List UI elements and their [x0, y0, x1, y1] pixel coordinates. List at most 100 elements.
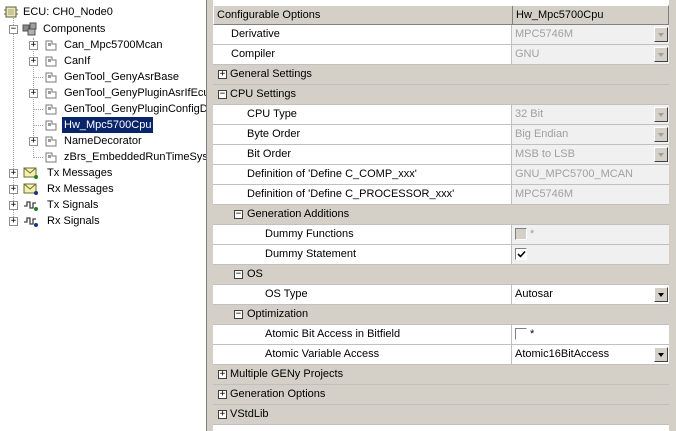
module-icon [45, 72, 57, 83]
component-label: zBrs_EmbeddedRunTimeSys [64, 151, 207, 163]
expand-toggle[interactable]: + [218, 70, 227, 79]
envelope-icon [23, 167, 38, 179]
section-optimization[interactable]: − Optimization [213, 305, 669, 325]
option-row-dummy-statement[interactable]: Dummy Statement [213, 245, 669, 265]
dummy-functions-checkbox[interactable] [515, 228, 527, 240]
module-icon [45, 56, 57, 67]
section-label: General Settings [230, 68, 312, 80]
option-row-atomic-bit[interactable]: Atomic Bit Access in Bitfield * [213, 325, 669, 345]
option-row-os-type[interactable]: OS Type Autosar [213, 285, 669, 305]
checkmark-icon [517, 250, 526, 258]
collapse-toggle[interactable]: − [234, 310, 243, 319]
grid-header: Configurable Options Hw_Mpc5700Cpu [213, 5, 669, 25]
component-label: GenTool_GenyPluginAsrIfEcu [64, 87, 207, 99]
header-component-label: Hw_Mpc5700Cpu [512, 6, 670, 25]
expand-toggle[interactable]: + [29, 57, 38, 66]
expand-toggle[interactable]: + [29, 89, 38, 98]
dropdown-arrow-icon [654, 27, 668, 42]
option-row-dummy-functions[interactable]: Dummy Functions * [213, 225, 669, 245]
section-os[interactable]: − OS [213, 265, 669, 285]
component-label: Can_Mpc5700Mcan [64, 39, 163, 51]
option-name: Definition of 'Define C_COMP_xxx' [247, 168, 417, 180]
os-type-select[interactable]: Autosar [511, 285, 669, 304]
module-icon [45, 40, 57, 51]
module-icon [45, 136, 57, 147]
option-value-select: MPC5746M [511, 25, 669, 44]
dropdown-arrow-icon [654, 147, 668, 162]
option-value: MSB to LSB [515, 148, 575, 160]
option-row-compiler[interactable]: Compiler GNU [213, 45, 669, 65]
tx-signals-label: Tx Signals [47, 199, 99, 211]
option-row-bit-order[interactable]: Bit Order MSB to LSB [213, 145, 669, 165]
tree-line [33, 157, 43, 158]
option-name: CPU Type [247, 108, 297, 120]
options-grid: Configurable Options Hw_Mpc5700Cpu Deriv… [213, 0, 676, 431]
option-row-byte-order[interactable]: Byte Order Big Endian [213, 125, 669, 145]
option-value-select: MSB to LSB [511, 145, 669, 164]
collapse-toggle[interactable]: − [234, 270, 243, 279]
envelope-icon [23, 183, 38, 195]
expand-toggle[interactable]: + [218, 370, 227, 379]
signal-icon [24, 201, 38, 211]
module-icon [45, 88, 57, 99]
option-name: Dummy Functions [265, 228, 354, 240]
collapse-toggle[interactable]: − [218, 90, 227, 99]
option-value-cell: * [511, 325, 669, 344]
tree-line [33, 109, 43, 110]
option-value-select: GNU [511, 45, 669, 64]
option-row-def-proc[interactable]: Definition of 'Define C_PROCESSOR_xxx' M… [213, 185, 669, 205]
section-general-settings[interactable]: + General Settings [213, 65, 669, 85]
dropdown-arrow-icon[interactable] [654, 347, 668, 362]
expand-toggle[interactable]: + [218, 410, 227, 419]
option-value-cell [511, 245, 669, 264]
component-label: NameDecorator [64, 135, 142, 147]
dropdown-arrow-icon[interactable] [654, 287, 668, 302]
option-row-atomic-variable[interactable]: Atomic Variable Access Atomic16BitAccess [213, 345, 669, 365]
expand-toggle[interactable]: + [9, 169, 18, 178]
option-name: Compiler [231, 48, 276, 60]
module-icon [45, 104, 57, 115]
option-name: Byte Order [247, 128, 301, 140]
expand-toggle[interactable]: + [29, 137, 38, 146]
expand-toggle[interactable]: + [9, 201, 18, 210]
ecu-label: ECU: CH0_Node0 [23, 6, 113, 18]
expand-toggle[interactable]: + [218, 390, 227, 399]
option-value: GNU [515, 48, 540, 60]
option-value-text: GNU_MPC5700_MCAN [511, 165, 669, 184]
tree-line [33, 77, 43, 78]
tx-messages-label: Tx Messages [47, 167, 113, 179]
module-icon [45, 152, 57, 163]
tree-line [33, 125, 43, 126]
option-value-select: Big Endian [511, 125, 669, 144]
section-label: Optimization [247, 308, 309, 320]
option-name: Atomic Bit Access in Bitfield [265, 328, 401, 340]
option-value-cell: * [511, 225, 669, 244]
collapse-toggle[interactable]: − [9, 25, 18, 34]
option-value-text: MPC5746M [511, 185, 669, 204]
section-generation-options[interactable]: + Generation Options [213, 385, 669, 405]
module-icon [45, 120, 57, 131]
dummy-statement-checkbox[interactable] [515, 248, 527, 260]
section-generation-additions[interactable]: − Generation Additions [213, 205, 669, 225]
section-label: CPU Settings [230, 88, 297, 100]
signal-icon [24, 217, 38, 227]
expand-toggle[interactable]: + [29, 41, 38, 50]
section-vstdlib[interactable]: + VStdLib [213, 405, 669, 425]
collapse-toggle[interactable]: − [234, 210, 243, 219]
option-row-derivative[interactable]: Derivative MPC5746M [213, 25, 669, 45]
component-tree[interactable]: ECU: CH0_Node0 − Components + Can_Mpc570… [0, 0, 207, 431]
option-row-cpu-type[interactable]: CPU Type 32 Bit [213, 105, 669, 125]
atomic-variable-select[interactable]: Atomic16BitAccess [511, 345, 669, 364]
option-row-def-comp[interactable]: Definition of 'Define C_COMP_xxx' GNU_MP… [213, 165, 669, 185]
option-name: Definition of 'Define C_PROCESSOR_xxx' [247, 188, 455, 200]
section-label: Generation Additions [247, 208, 350, 220]
component-label: GenTool_GenyPluginConfigD [64, 103, 207, 115]
expand-toggle[interactable]: + [9, 185, 18, 194]
atomic-bit-checkbox[interactable] [515, 328, 527, 340]
section-cpu-settings[interactable]: − CPU Settings [213, 85, 669, 105]
default-marker: * [530, 328, 535, 340]
option-value: 32 Bit [515, 108, 544, 120]
option-value: MPC5746M [515, 28, 574, 40]
section-multiple-geny[interactable]: + Multiple GENy Projects [213, 365, 669, 385]
expand-toggle[interactable]: + [9, 217, 18, 226]
